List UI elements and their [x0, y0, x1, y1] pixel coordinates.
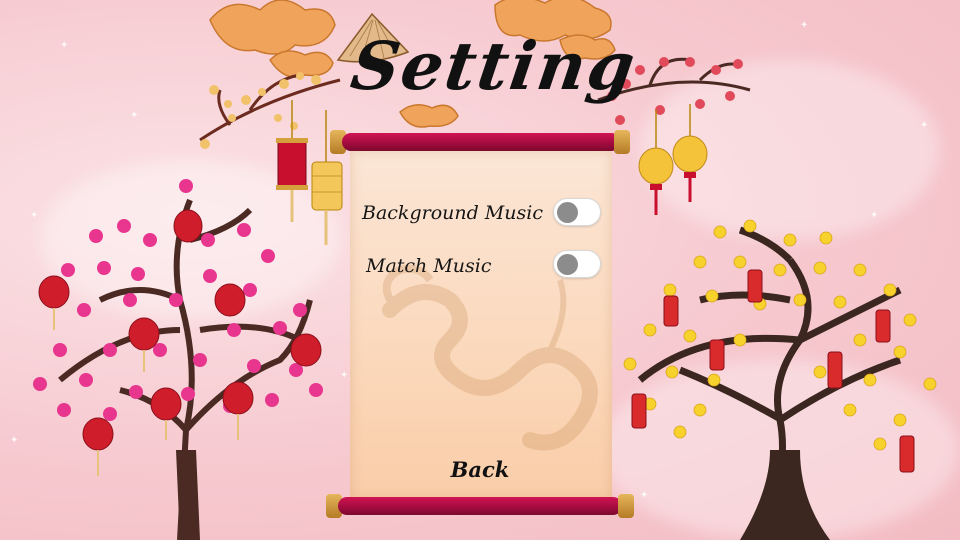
yellow-apricot-tree-icon [623, 219, 937, 540]
background-music-toggle[interactable] [553, 198, 601, 226]
match-music-toggle[interactable] [553, 250, 601, 278]
settings-screen: ✦ ✦ ✦ ✦ ✦ ✦ ✦ ✦ ✦ Setting Background Mus… [0, 0, 960, 540]
back-button[interactable]: Back [430, 452, 530, 488]
yellow-lantern-icon [638, 104, 708, 215]
toggle-knob [557, 202, 578, 223]
toggle-knob [557, 254, 578, 275]
golden-cloud-icon [209, 0, 336, 78]
plum-branch-icon [199, 73, 341, 142]
scroll-rod-cap [618, 494, 634, 518]
scroll-bottom-rod [338, 497, 622, 515]
pink-blossom-tree-icon [33, 179, 323, 540]
page-title: Setting [346, 27, 642, 105]
match-music-label: Match Music [366, 255, 492, 277]
scroll-top-rod [342, 133, 620, 151]
scroll-rod-cap [614, 130, 630, 154]
background-music-label: Background Music [362, 202, 543, 224]
